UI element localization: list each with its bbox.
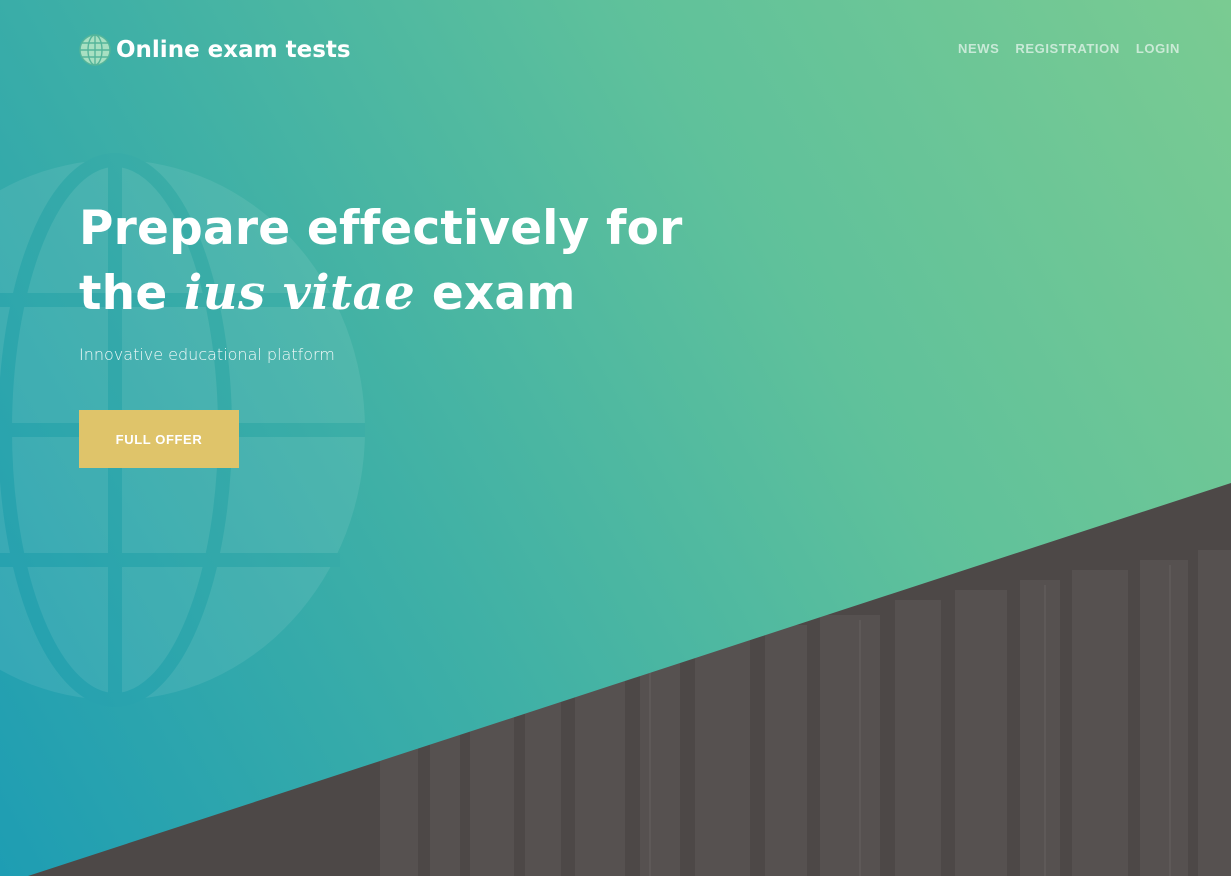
headline-line-2-prefix: the [79, 266, 184, 321]
hero-section: Online exam tests NEWS REGISTRATION LOGI… [0, 0, 1231, 876]
globe-icon [79, 34, 111, 66]
nav-link-news[interactable]: NEWS [958, 41, 999, 56]
hero-headline: Prepare effectively for the ius vitae ex… [79, 196, 683, 326]
headline-emphasis: ius vitae [183, 265, 416, 321]
headline-line-2-suffix: exam [415, 266, 576, 321]
full-offer-button[interactable]: FULL OFFER [79, 410, 239, 468]
brand-name: Online exam tests [116, 37, 351, 63]
brand-link[interactable]: Online exam tests [79, 34, 351, 66]
nav-links: NEWS REGISTRATION LOGIN [958, 41, 1180, 56]
headline-line-1: Prepare effectively for [79, 201, 683, 256]
hero-subtitle: Innovative educational platform [79, 345, 335, 364]
nav-link-login[interactable]: LOGIN [1136, 41, 1180, 56]
top-navbar: Online exam tests NEWS REGISTRATION LOGI… [79, 30, 1180, 70]
nav-link-registration[interactable]: REGISTRATION [1015, 41, 1119, 56]
